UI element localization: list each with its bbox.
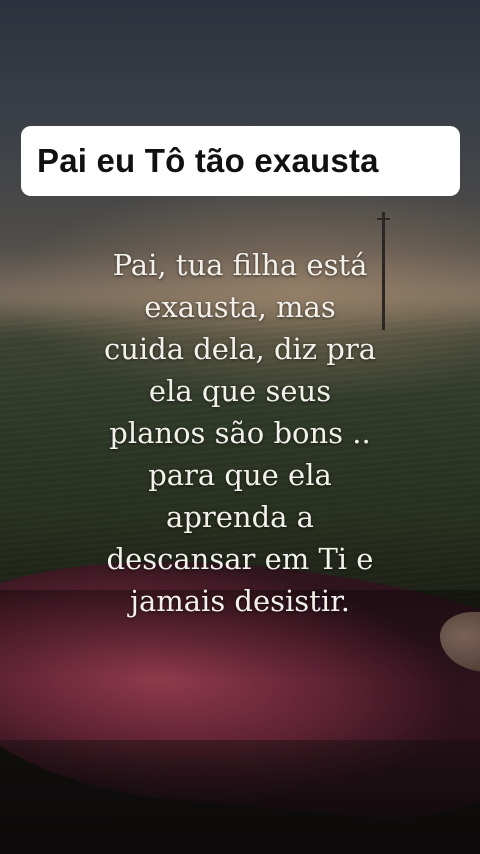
title-text: Pai eu Tô tão exausta — [37, 142, 379, 179]
story-screen: Pai eu Tô tão exausta Pai, tua filha est… — [0, 0, 480, 854]
title-banner: Pai eu Tô tão exausta — [21, 126, 460, 196]
message-line: aprenda a — [166, 500, 314, 534]
message-line: jamais desistir. — [129, 584, 351, 618]
message-line: ela que seus — [148, 374, 332, 408]
message-line: Pai, tua filha está — [112, 248, 368, 282]
message-text: Pai, tua filha está exausta, mas cuida d… — [60, 244, 420, 622]
message-line: descansar em Ti e — [106, 542, 374, 576]
message-line: cuida dela, diz pra — [103, 332, 377, 366]
message-line: planos são bons .. — [109, 416, 371, 450]
message-line: exausta, mas — [144, 290, 336, 324]
utility-pole-crossbar — [377, 218, 390, 220]
bottom-shadow — [0, 740, 480, 854]
message-line: para que ela — [148, 458, 332, 492]
